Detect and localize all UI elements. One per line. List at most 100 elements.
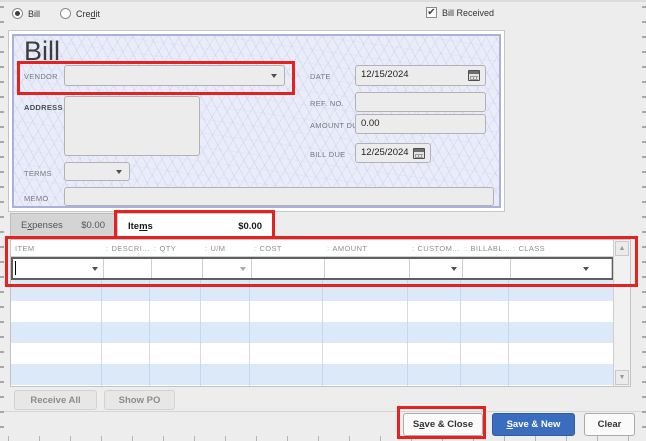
credit-label-pre: Cre xyxy=(76,9,91,19)
scroll-down-icon[interactable]: ▼ xyxy=(615,370,629,385)
ref-no-label: REF. NO. xyxy=(310,99,345,108)
billable-cell[interactable] xyxy=(463,259,511,278)
class-dropdown-arrow-icon[interactable] xyxy=(583,267,589,271)
qty-cell[interactable] xyxy=(152,259,203,278)
items-tab-amount: $0.00 xyxy=(238,220,262,232)
save-and-new-button[interactable]: Save & New xyxy=(492,413,575,436)
item-cell[interactable] xyxy=(13,259,104,278)
col-header-qty[interactable]: : QTY xyxy=(150,240,201,256)
footer-divider xyxy=(0,411,646,412)
col-header-customer-label: CUSTOM... xyxy=(417,244,460,253)
description-cell[interactable] xyxy=(104,259,152,278)
expenses-label-post: penses xyxy=(32,220,63,231)
bill-received-label: Bill Received xyxy=(442,8,495,18)
col-header-amount[interactable]: : AMOUNT xyxy=(323,240,408,256)
table-row[interactable] xyxy=(11,343,614,364)
column-separator: : xyxy=(154,244,157,253)
address-textarea[interactable] xyxy=(64,96,200,156)
terms-combobox[interactable] xyxy=(64,162,130,181)
left-edge-marks xyxy=(0,6,4,441)
terms-dropdown-arrow-icon[interactable] xyxy=(116,170,122,174)
col-header-billable-label: BILLABL... xyxy=(470,244,509,253)
col-header-qty-label: QTY xyxy=(159,244,177,253)
date-value: 12/15/2024 xyxy=(361,69,409,80)
cost-cell[interactable] xyxy=(252,259,325,278)
um-dropdown-arrow-icon[interactable] xyxy=(240,267,246,271)
vendor-dropdown-arrow-icon[interactable] xyxy=(271,74,277,78)
bill-received-checkbox[interactable]: ✔ xyxy=(426,7,437,18)
col-header-item[interactable]: ITEM xyxy=(11,240,102,256)
col-header-description[interactable]: : DESCRI... xyxy=(102,240,150,256)
items-label-key: m xyxy=(139,220,148,232)
bill-title: Bill xyxy=(24,36,61,66)
column-separator: : xyxy=(327,244,330,253)
col-header-cost-label: COST xyxy=(259,244,282,253)
column-separator: : xyxy=(513,244,516,253)
enter-bills-window: Bill Credit ✔ Bill Received Bill VENDOR … xyxy=(0,0,646,441)
col-header-class[interactable]: : CLASS xyxy=(509,240,614,256)
save-and-close-button[interactable]: Save & Close xyxy=(403,413,483,436)
bill-due-field[interactable]: 12/25/2024 xyxy=(355,143,431,163)
vendor-combobox[interactable] xyxy=(64,65,285,86)
items-label-pre: Ite xyxy=(128,220,140,232)
col-header-description-label: DESCRI... xyxy=(111,244,150,253)
col-header-billable[interactable]: : BILLABL... xyxy=(461,240,509,256)
item-dropdown-arrow-icon[interactable] xyxy=(92,267,98,271)
col-header-um[interactable]: : U/M xyxy=(201,240,250,256)
customer-dropdown-arrow-icon[interactable] xyxy=(451,267,457,271)
table-row[interactable] xyxy=(11,280,614,301)
column-separator: : xyxy=(465,244,468,253)
scroll-up-icon[interactable]: ▲ xyxy=(615,241,629,256)
col-header-customer[interactable]: : CUSTOM... xyxy=(408,240,461,256)
column-separator: : xyxy=(412,244,415,253)
class-cell[interactable] xyxy=(511,259,612,278)
amount-due-field[interactable]: 0.00 xyxy=(355,114,486,134)
table-row[interactable] xyxy=(11,322,614,343)
memo-label: MEMO xyxy=(24,194,49,203)
save-new-post: ave & New xyxy=(512,419,561,430)
bill-radio-label: Bill xyxy=(28,9,41,19)
vendor-label: VENDOR xyxy=(24,72,58,81)
col-header-amount-label: AMOUNT xyxy=(332,244,368,253)
items-label-post: s xyxy=(147,220,153,232)
date-label: DATE xyxy=(310,72,331,81)
tab-expenses[interactable]: Expenses $0.00 xyxy=(10,213,116,238)
show-po-button[interactable]: Show PO xyxy=(104,390,175,410)
bill-due-calendar-icon[interactable] xyxy=(413,148,425,159)
items-table: ITEM : DESCRI... : QTY : U/M : COST : AMOUNT … xyxy=(10,239,631,387)
memo-field[interactable] xyxy=(64,187,494,206)
um-cell[interactable] xyxy=(203,259,252,278)
credit-radio[interactable] xyxy=(60,8,71,19)
col-header-cost[interactable]: : COST xyxy=(250,240,323,256)
receive-all-button[interactable]: Receive All xyxy=(14,390,97,410)
table-row[interactable] xyxy=(11,385,614,386)
col-header-class-label: CLASS xyxy=(518,244,546,253)
calendar-icon[interactable] xyxy=(468,70,480,81)
ref-no-field[interactable] xyxy=(355,92,486,112)
amount-cell[interactable] xyxy=(325,259,410,278)
table-scrollbar[interactable]: ▲ ▼ xyxy=(613,240,630,386)
terms-label: TERMS xyxy=(24,169,52,178)
credit-label-post: it xyxy=(95,9,101,19)
text-cursor xyxy=(15,261,16,275)
address-label: ADDRESS xyxy=(24,103,63,112)
item-entry-row-active[interactable] xyxy=(11,257,614,280)
date-field[interactable]: 12/15/2024 xyxy=(355,65,486,86)
amount-due-value: 0.00 xyxy=(361,118,380,129)
window-top-border xyxy=(0,0,646,2)
clear-button[interactable]: Clear xyxy=(584,413,635,436)
column-separator: : xyxy=(254,244,257,253)
tab-items[interactable]: Items $0.00 xyxy=(117,213,273,238)
col-header-um-label: U/M xyxy=(210,244,226,253)
bill-radio[interactable] xyxy=(12,8,23,19)
credit-radio-label: Credit xyxy=(76,9,100,19)
customer-cell[interactable] xyxy=(410,259,463,278)
expenses-tab-label: Expenses xyxy=(21,220,63,231)
right-edge-marks xyxy=(642,6,646,441)
bill-due-label: BILL DUE xyxy=(310,150,346,159)
column-separator: : xyxy=(205,244,208,253)
bill-due-value: 12/25/2024 xyxy=(361,147,409,158)
expenses-tab-amount: $0.00 xyxy=(81,220,105,231)
table-row[interactable] xyxy=(11,364,614,385)
table-row[interactable] xyxy=(11,301,614,322)
